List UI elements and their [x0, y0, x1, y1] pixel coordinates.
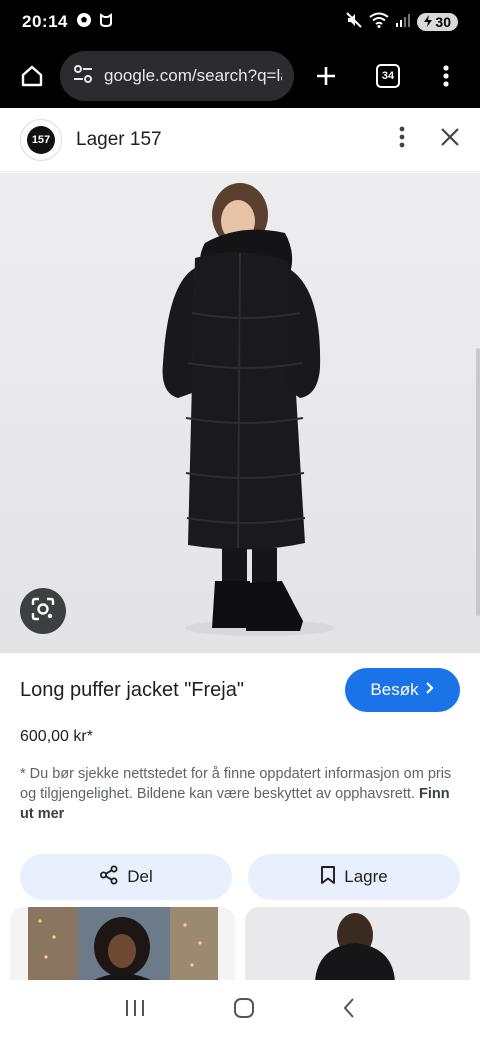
site-logo: 157: [20, 118, 62, 161]
system-navigation-bar: [0, 980, 480, 1040]
product-info: Long puffer jacket "Freja" Besøk 600,00 …: [0, 653, 480, 900]
model-in-puffer-jacket-image: [162, 183, 335, 636]
back-view-thumbnail: [245, 907, 470, 982]
tab-switcher-button[interactable]: 34: [372, 60, 404, 92]
home-icon[interactable]: [16, 60, 48, 92]
google-lens-button[interactable]: [20, 588, 66, 634]
url-text: google.com/search?q=lar: [104, 66, 282, 85]
product-image[interactable]: [0, 173, 480, 653]
visit-label: Besøk: [370, 680, 419, 699]
related-image-card[interactable]: [10, 907, 235, 982]
wifi-icon: [369, 12, 390, 33]
related-image-card[interactable]: [245, 907, 470, 982]
site-name[interactable]: Lager 157: [76, 129, 162, 151]
street-photo-thumbnail: [10, 907, 235, 982]
signal-icon: [395, 12, 411, 32]
visit-button[interactable]: Besøk: [345, 668, 460, 712]
lens-icon: [30, 596, 56, 627]
save-label: Lagre: [344, 867, 388, 886]
home-button-icon[interactable]: [233, 997, 255, 1024]
recent-apps-icon[interactable]: [124, 998, 146, 1023]
battery-level: 30: [435, 14, 451, 30]
chevron-right-icon: [425, 680, 435, 700]
share-label: Del: [127, 867, 153, 886]
battery-saver-icon: [423, 14, 433, 30]
notification-app-icon: [98, 12, 114, 33]
bookmark-icon: [320, 865, 336, 890]
back-icon[interactable]: [342, 997, 356, 1024]
save-button[interactable]: Lagre: [248, 854, 460, 900]
product-price: 600,00 kr*: [20, 728, 93, 745]
url-field[interactable]: google.com/search?q=lar: [60, 51, 294, 101]
tab-count: 34: [376, 64, 400, 88]
site-settings-icon[interactable]: [72, 63, 94, 90]
browser-menu-icon[interactable]: [430, 60, 462, 92]
share-button[interactable]: Del: [20, 854, 232, 900]
soccer-ball-icon: [76, 12, 92, 33]
image-scroll-indicator: [476, 348, 480, 616]
browser-toolbar: google.com/search?q=lar 34: [0, 44, 480, 108]
close-icon[interactable]: [440, 127, 460, 152]
more-options-icon[interactable]: [398, 125, 406, 154]
clock: 20:14: [22, 12, 68, 31]
source-header: 157 Lager 157: [0, 108, 480, 172]
status-bar: 20:14 30: [0, 0, 480, 44]
site-logo-text: 157: [27, 125, 55, 154]
disclaimer: * Du bør sjekke nettstedet for å finne o…: [20, 764, 460, 824]
share-icon: [99, 865, 119, 890]
new-tab-icon[interactable]: [310, 60, 342, 92]
battery-indicator: 30: [417, 13, 458, 31]
related-images: [10, 907, 470, 982]
mute-icon: [345, 11, 363, 34]
product-title: Long puffer jacket "Freja": [20, 678, 244, 701]
disclaimer-text: * Du bør sjekke nettstedet for å finne o…: [20, 766, 452, 802]
